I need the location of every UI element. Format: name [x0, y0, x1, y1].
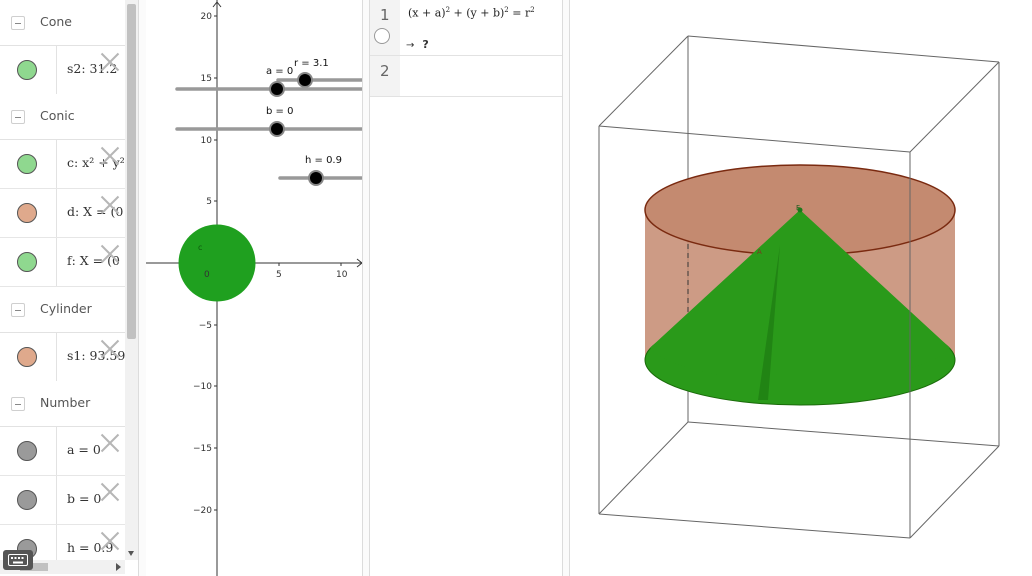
group-header-label: Cylinder [40, 301, 92, 316]
visibility-toggle-icon[interactable] [17, 347, 37, 367]
cas-output: →? [406, 38, 429, 51]
x-tick-label: 10 [336, 270, 348, 280]
close-icon[interactable] [100, 146, 120, 166]
3d-canvas[interactable]: F A [570, 0, 1032, 576]
algebra-item-f[interactable]: f: X = (0 [0, 238, 125, 287]
slider-h[interactable]: h = 0.9 [278, 155, 362, 186]
arrow-right-icon: → [406, 40, 415, 51]
visibility-toggle-icon[interactable] [17, 252, 37, 272]
cas-input[interactable]: (x + a)2 + (y + b)2 = r2 [408, 6, 535, 20]
pane-splitter[interactable] [138, 0, 146, 576]
algebra-item-b[interactable]: b = 0 [0, 476, 125, 525]
apex-label: F [796, 204, 800, 212]
visibility-toggle-icon[interactable] [17, 490, 37, 510]
y-tick-label: −10 [193, 382, 212, 392]
slider-label: a = 0 [266, 66, 293, 77]
y-tick-label: −15 [193, 444, 212, 454]
close-icon[interactable] [100, 339, 120, 359]
pane-splitter[interactable] [362, 0, 370, 576]
y-tick-label: 5 [206, 197, 212, 207]
cas-row-2[interactable]: 2 [370, 56, 562, 97]
slider-b[interactable]: b = 0 [175, 106, 362, 137]
visibility-toggle-icon[interactable] [17, 203, 37, 223]
group-header-label: Cone [40, 14, 72, 29]
pane-splitter[interactable] [562, 0, 570, 576]
scroll-down-icon[interactable] [128, 551, 134, 556]
group-header-label: Number [40, 395, 91, 410]
point-label: A [757, 248, 762, 256]
group-header-cylinder[interactable]: Cylinder [0, 287, 125, 333]
slider-handle[interactable] [269, 81, 285, 97]
y-tick-label: −20 [193, 506, 212, 516]
algebra-item-value[interactable]: a = 0 [67, 442, 101, 457]
group-header-number[interactable]: Number [0, 381, 125, 427]
group-header-cone[interactable]: Cone [0, 0, 125, 46]
collapse-toggle-icon[interactable] [11, 16, 25, 30]
slider-handle[interactable] [297, 72, 313, 88]
graphics-canvas[interactable]: 20 15 10 5 −5 −10 −15 −20 0 5 10 c r = 3… [146, 0, 362, 576]
graphics-view[interactable]: 20 15 10 5 −5 −10 −15 −20 0 5 10 c r = 3… [146, 0, 362, 576]
scroll-right-icon[interactable] [116, 563, 121, 571]
algebra-item-value[interactable]: b = 0 [67, 491, 101, 506]
radio-button[interactable] [374, 28, 390, 44]
close-icon[interactable] [100, 244, 120, 264]
close-icon[interactable] [100, 531, 120, 551]
cas-row-number[interactable]: 2 [370, 56, 400, 96]
slider-label: r = 3.1 [294, 58, 329, 69]
close-icon[interactable] [100, 52, 120, 72]
algebra-item-d[interactable]: d: X = (0 [0, 189, 125, 238]
y-tick-label: 20 [201, 12, 213, 22]
algebra-item-c[interactable]: c: x² + y² [0, 140, 125, 189]
slider-label: b = 0 [266, 106, 293, 117]
keyboard-icon [8, 554, 28, 566]
3d-graphics-view[interactable]: F A [570, 0, 1032, 576]
cas-row-1[interactable]: 1 (x + a)2 + (y + b)2 = r2 →? [370, 0, 562, 56]
circle-label: c [198, 243, 202, 252]
slider-handle[interactable] [308, 170, 324, 186]
visibility-toggle-icon[interactable] [17, 441, 37, 461]
visibility-toggle-icon[interactable] [17, 60, 37, 80]
x-tick-label: 0 [204, 270, 210, 280]
x-tick-label: 5 [276, 270, 282, 280]
collapse-toggle-icon[interactable] [11, 303, 25, 317]
slider-handle[interactable] [269, 121, 285, 137]
visibility-toggle-icon[interactable] [17, 154, 37, 174]
collapse-toggle-icon[interactable] [11, 110, 25, 124]
algebra-item-a[interactable]: a = 0 [0, 427, 125, 476]
collapse-toggle-icon[interactable] [11, 397, 25, 411]
keyboard-button[interactable] [3, 550, 33, 570]
group-header-label: Conic [40, 108, 75, 123]
close-icon[interactable] [100, 195, 120, 215]
y-tick-label: 10 [201, 136, 213, 146]
algebra-item-s1[interactable]: s1: 93.59 [0, 333, 125, 382]
slider-label: h = 0.9 [305, 155, 342, 166]
algebra-item-s2[interactable]: s2: 31.2 [0, 46, 125, 95]
close-icon[interactable] [100, 482, 120, 502]
circle-c[interactable] [178, 224, 256, 302]
algebra-view[interactable]: Cone s2: 31.2 Conic c: x² + y² d: X = (0… [0, 0, 138, 576]
cas-view[interactable]: 1 (x + a)2 + (y + b)2 = r2 →? 2 [370, 0, 562, 576]
y-tick-label: 15 [201, 74, 212, 84]
close-icon[interactable] [100, 433, 120, 453]
vertical-scrollbar[interactable] [125, 0, 138, 560]
y-tick-label: −5 [199, 321, 212, 331]
group-header-conic[interactable]: Conic [0, 94, 125, 140]
scrollbar-thumb[interactable] [127, 4, 136, 339]
cas-row-number[interactable]: 1 [370, 0, 400, 55]
